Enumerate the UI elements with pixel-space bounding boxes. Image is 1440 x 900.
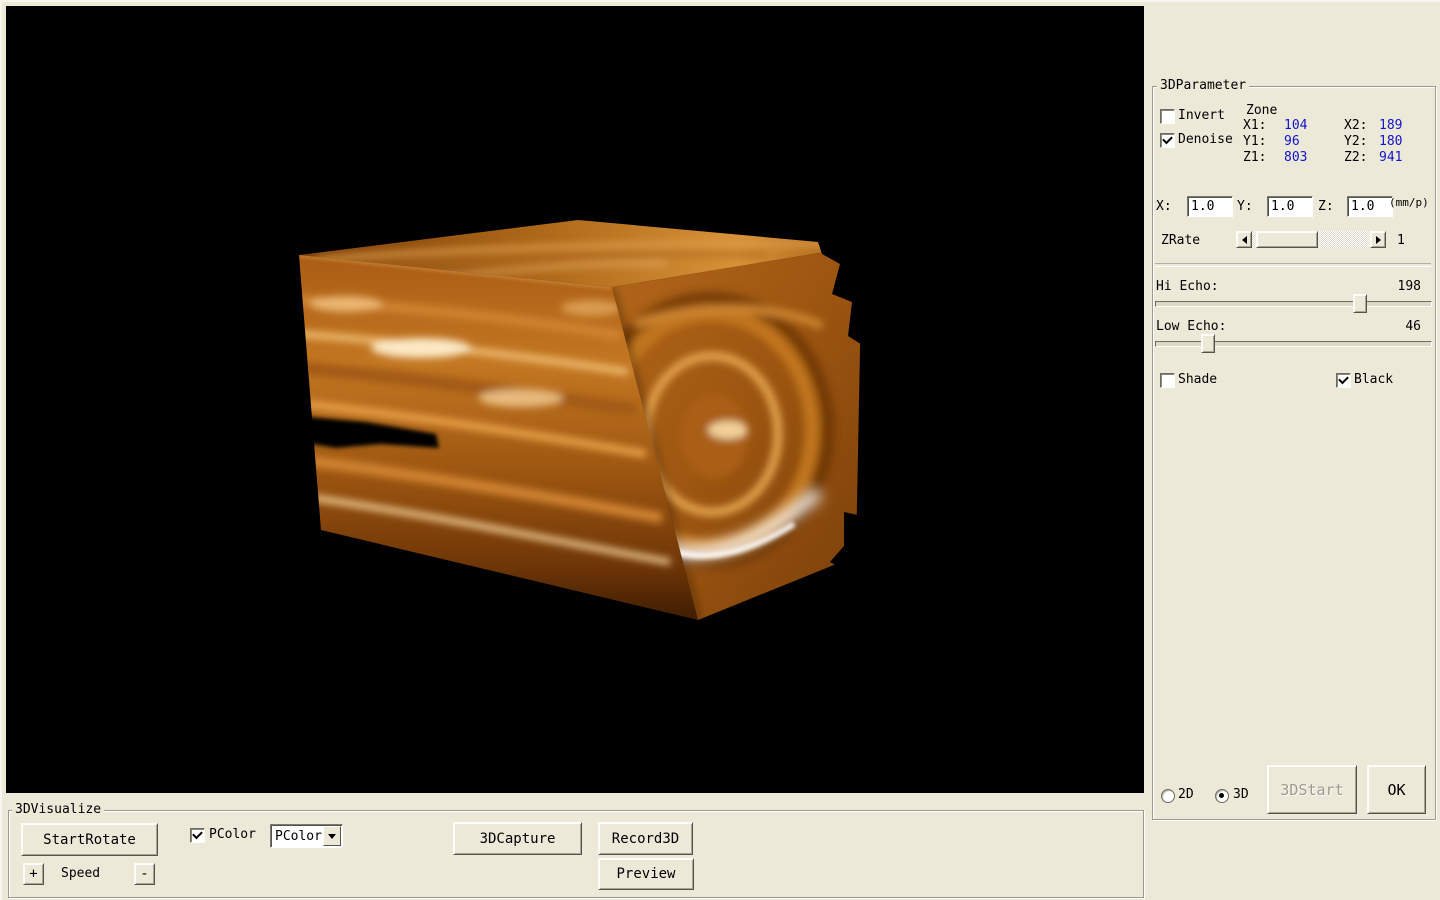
app-window: 3DParameter Invert Denoise Zone X1: 104 … xyxy=(0,0,1440,900)
low-echo-thumb[interactable] xyxy=(1201,334,1215,353)
right-arrow-icon xyxy=(1376,236,1381,244)
zone-z1-value: 803 xyxy=(1284,150,1307,166)
render-viewport[interactable] xyxy=(6,6,1144,793)
scale-x-input[interactable] xyxy=(1187,196,1233,217)
low-echo-slider[interactable] xyxy=(1155,334,1432,352)
left-arrow-icon xyxy=(1242,236,1247,244)
denoise-label: Denoise xyxy=(1178,132,1233,148)
black-checkbox[interactable] xyxy=(1336,373,1351,388)
low-echo-label: Low Echo: xyxy=(1156,319,1226,335)
zone-z2-label: Z2: xyxy=(1344,150,1367,166)
zrate-value: 1 xyxy=(1397,233,1405,249)
zrate-track[interactable] xyxy=(1252,231,1370,248)
shade-checkbox[interactable] xyxy=(1160,373,1175,388)
zone-y2-value: 180 xyxy=(1379,134,1402,150)
pcolor-dropdown[interactable]: PColor xyxy=(270,824,343,848)
hi-echo-value: 198 xyxy=(1398,279,1421,295)
hi-echo-slider[interactable] xyxy=(1155,294,1432,312)
hi-echo-groove xyxy=(1155,301,1432,307)
hi-echo-label: Hi Echo: xyxy=(1156,279,1219,295)
zone-x1-label: X1: xyxy=(1243,118,1266,134)
speed-label: Speed xyxy=(61,866,100,882)
zone-x2-label: X2: xyxy=(1344,118,1367,134)
mode-3d-radio[interactable] xyxy=(1215,789,1229,803)
speed-minus-button[interactable]: - xyxy=(134,863,155,885)
preview-button[interactable]: Preview xyxy=(598,858,694,890)
low-echo-groove xyxy=(1155,341,1432,347)
section-divider xyxy=(1155,263,1431,267)
scale-y-input[interactable] xyxy=(1267,196,1313,217)
ok-button[interactable]: OK xyxy=(1367,765,1426,814)
start-3d-button[interactable]: 3DStart xyxy=(1267,765,1357,814)
scale-z-input[interactable] xyxy=(1347,196,1393,217)
ultrasound-volume-render xyxy=(6,6,1144,793)
invert-label: Invert xyxy=(1178,108,1225,124)
mode-3d-label: 3D xyxy=(1233,787,1249,803)
mode-2d-radio[interactable] xyxy=(1161,789,1175,803)
invert-checkbox[interactable] xyxy=(1160,109,1175,124)
zone-x1-value: 104 xyxy=(1284,118,1307,134)
pcolor-label: PColor xyxy=(209,827,256,843)
pcolor-dropdown-button[interactable] xyxy=(323,826,341,846)
visualize-group-title: 3DVisualize xyxy=(12,802,104,817)
hi-echo-thumb[interactable] xyxy=(1353,294,1367,313)
denoise-checkbox[interactable] xyxy=(1160,133,1175,148)
zrate-label: ZRate xyxy=(1161,233,1200,249)
start-rotate-button[interactable]: StartRotate xyxy=(21,823,158,856)
mode-2d-label: 2D xyxy=(1178,787,1194,803)
zrate-scroll-left-button[interactable] xyxy=(1236,231,1252,248)
visualize-groupbox: 3DVisualize StartRotate PColor PColor 3D… xyxy=(8,810,1144,898)
parameter-group-title: 3DParameter xyxy=(1157,78,1249,93)
pcolor-dropdown-value: PColor xyxy=(271,829,322,844)
pcolor-checkbox[interactable] xyxy=(190,828,205,843)
zone-y1-value: 96 xyxy=(1284,134,1300,150)
capture-3d-button[interactable]: 3DCapture xyxy=(453,822,582,855)
zrate-scroll-right-button[interactable] xyxy=(1370,231,1386,248)
parameter-groupbox: 3DParameter Invert Denoise Zone X1: 104 … xyxy=(1152,86,1436,820)
zrate-thumb[interactable] xyxy=(1256,231,1318,248)
zone-z1-label: Z1: xyxy=(1243,150,1266,166)
scale-z-label: Z: xyxy=(1318,199,1334,215)
scale-unit-label: (mm/p) xyxy=(1389,195,1429,211)
scale-x-label: X: xyxy=(1156,199,1172,215)
zrate-scrollbar[interactable] xyxy=(1236,231,1386,248)
zone-title: Zone xyxy=(1246,103,1277,119)
chevron-down-icon xyxy=(328,834,336,839)
zone-y1-label: Y1: xyxy=(1243,134,1266,150)
low-echo-value: 46 xyxy=(1405,319,1421,335)
speed-plus-button[interactable]: + xyxy=(23,863,44,885)
scale-y-label: Y: xyxy=(1237,199,1253,215)
zone-x2-value: 189 xyxy=(1379,118,1402,134)
zone-z2-value: 941 xyxy=(1379,150,1402,166)
record-3d-button[interactable]: Record3D xyxy=(598,822,693,855)
black-label: Black xyxy=(1354,372,1393,388)
shade-label: Shade xyxy=(1178,372,1217,388)
zone-y2-label: Y2: xyxy=(1344,134,1367,150)
